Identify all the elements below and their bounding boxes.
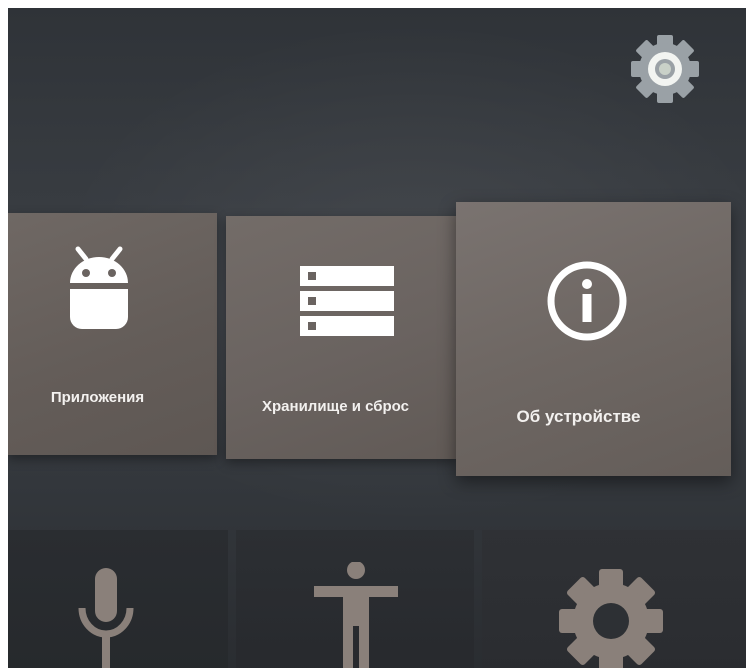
tv-settings-screen: Приложения Хранилище и сброс Об устройст… bbox=[8, 8, 746, 668]
apps-card[interactable]: Приложения bbox=[8, 213, 217, 455]
accessibility-tile[interactable] bbox=[236, 530, 474, 668]
storage-reset-label: Хранилище и сброс bbox=[262, 398, 409, 415]
about-device-card[interactable]: Об устройстве bbox=[456, 202, 731, 476]
storage-reset-card[interactable]: Хранилище и сброс bbox=[226, 216, 457, 459]
microphone-icon bbox=[76, 568, 136, 668]
about-device-label: Об устройстве bbox=[516, 407, 641, 426]
gear-icon bbox=[631, 35, 699, 103]
apps-label: Приложения bbox=[50, 389, 145, 406]
settings-tile[interactable] bbox=[482, 530, 746, 668]
info-icon bbox=[546, 260, 628, 342]
top-settings-button[interactable] bbox=[628, 32, 702, 106]
voice-tile[interactable] bbox=[8, 530, 228, 668]
gear-icon bbox=[556, 566, 666, 668]
storage-icon bbox=[300, 266, 394, 336]
android-icon bbox=[64, 243, 134, 341]
accessibility-icon bbox=[314, 562, 398, 668]
